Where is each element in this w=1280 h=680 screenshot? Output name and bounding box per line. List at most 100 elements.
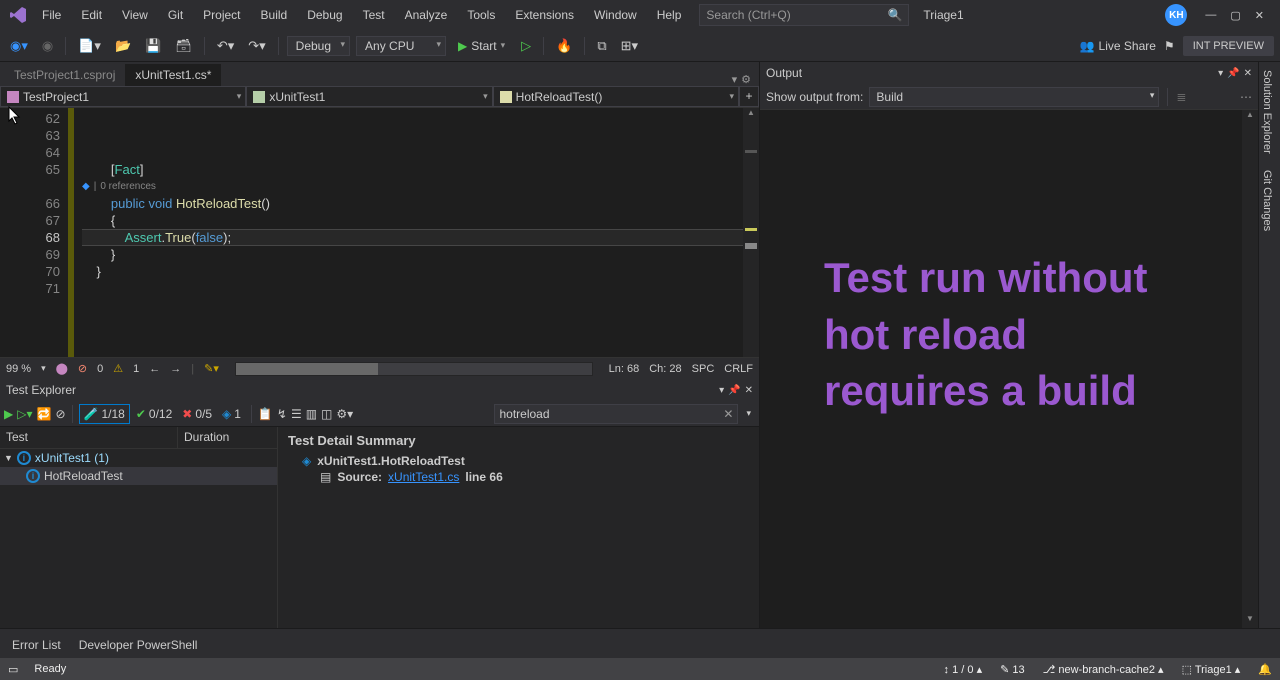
- editor-scrollbar[interactable]: ▲: [743, 108, 759, 357]
- te-dropdown-icon[interactable]: ▾: [719, 385, 724, 396]
- count-fail[interactable]: ✖0/5: [178, 405, 216, 423]
- menu-edit[interactable]: Edit: [73, 4, 110, 26]
- test-search-input[interactable]: hotreload ✕: [494, 404, 738, 424]
- save-all-icon[interactable]: 🗃: [171, 36, 196, 56]
- platform-dropdown[interactable]: Any CPU: [356, 36, 446, 56]
- tab-settings-icon[interactable]: ⚙: [741, 73, 751, 86]
- feedback-icon[interactable]: ⚑: [1164, 39, 1175, 53]
- menu-view[interactable]: View: [114, 4, 156, 26]
- more-icon[interactable]: ⊞▾: [617, 36, 642, 56]
- test-leaf-row[interactable]: i HotReloadTest: [0, 467, 277, 485]
- liveshare-icon[interactable]: 👥 Live Share: [1080, 39, 1156, 53]
- new-item-icon[interactable]: 📄▾: [74, 36, 105, 56]
- menu-debug[interactable]: Debug: [299, 4, 350, 26]
- hot-reload-icon[interactable]: 🔥: [552, 36, 576, 56]
- browser-link-icon[interactable]: ⧉: [593, 36, 610, 56]
- minimize-button[interactable]: —: [1205, 9, 1216, 22]
- user-avatar[interactable]: KH: [1165, 4, 1187, 26]
- search-opts-icon[interactable]: ▾: [742, 408, 755, 419]
- error-count-icon[interactable]: ⊘: [78, 362, 87, 375]
- menu-project[interactable]: Project: [195, 4, 248, 26]
- run-icon[interactable]: ▷▾: [17, 407, 32, 421]
- nav-method[interactable]: HotReloadTest(): [493, 86, 739, 107]
- start-nodbg-icon[interactable]: ▷: [517, 36, 535, 56]
- columns-icon[interactable]: ▥: [306, 407, 317, 421]
- line-col[interactable]: Ln: 68: [609, 363, 640, 375]
- layout-icon[interactable]: ◫: [321, 407, 332, 421]
- nav-fwd-icon[interactable]: ◉: [38, 36, 57, 56]
- global-search-input[interactable]: Search (Ctrl+Q) 🔍: [699, 4, 909, 26]
- count-notrun[interactable]: ◈1: [218, 405, 245, 423]
- issues-icon[interactable]: ⬤: [56, 362, 68, 375]
- out-dropdown-icon[interactable]: ▾: [1218, 68, 1223, 79]
- close-button[interactable]: ✕: [1255, 9, 1264, 22]
- menu-extensions[interactable]: Extensions: [507, 4, 582, 26]
- output-body[interactable]: Test run without hot reload requires a b…: [760, 110, 1258, 628]
- nav-project[interactable]: TestProject1: [0, 86, 246, 107]
- output-scrollbar[interactable]: ▲▼: [1242, 110, 1258, 628]
- out-goto-icon[interactable]: ≣: [1176, 90, 1186, 104]
- indent-mode[interactable]: SPC: [692, 363, 715, 375]
- powershell-tab[interactable]: Developer PowerShell: [71, 634, 206, 658]
- tab-dropdown-icon[interactable]: ▾: [732, 73, 738, 86]
- test-group-row[interactable]: ▼ i xUnitTest1 (1): [0, 449, 277, 467]
- eol-mode[interactable]: CRLF: [724, 363, 753, 375]
- nav-class[interactable]: xUnitTest1: [246, 86, 492, 107]
- out-more-icon[interactable]: ⋯: [1240, 90, 1252, 104]
- warning-count-icon[interactable]: ⚠: [113, 362, 123, 375]
- menu-tools[interactable]: Tools: [459, 4, 503, 26]
- nav-back-icon[interactable]: ◉▾: [6, 36, 32, 56]
- nav-fwd-small-icon[interactable]: →: [170, 363, 181, 375]
- cancel-icon[interactable]: ⊘: [55, 407, 65, 421]
- source-link[interactable]: xUnitTest1.cs: [388, 470, 459, 484]
- notifications-icon[interactable]: 🔔: [1258, 663, 1272, 676]
- menu-git[interactable]: Git: [160, 4, 191, 26]
- maximize-button[interactable]: ▢: [1230, 9, 1240, 22]
- char-col[interactable]: Ch: 28: [649, 363, 681, 375]
- tab-csproj[interactable]: TestProject1.csproj: [4, 64, 125, 86]
- count-total[interactable]: 🧪1/18: [79, 404, 130, 424]
- menu-file[interactable]: File: [34, 4, 69, 26]
- menu-test[interactable]: Test: [355, 4, 393, 26]
- col-test[interactable]: Test: [0, 427, 178, 448]
- solution-explorer-tab[interactable]: Solution Explorer: [1259, 62, 1275, 162]
- repo-info[interactable]: ⬚ Triage1 ▴: [1182, 663, 1241, 676]
- code-body[interactable]: [Fact] ◆ | 0 references public void HotR…: [74, 108, 759, 357]
- code-editor[interactable]: 62 63 64 65 66 67 68 69 70 71 [Fact] ◆: [0, 108, 759, 357]
- column-info[interactable]: ✎ 13: [1000, 663, 1025, 676]
- start-button[interactable]: ▶ Start ▾: [452, 37, 511, 55]
- branch-info[interactable]: ⎇ new-branch-cache2 ▴: [1043, 663, 1164, 676]
- bulb-icon[interactable]: ◆: [82, 178, 90, 195]
- open-icon[interactable]: 📂: [111, 36, 135, 56]
- save-icon[interactable]: 💾: [141, 36, 165, 56]
- out-close-icon[interactable]: ✕: [1244, 68, 1252, 79]
- repeat-icon[interactable]: 🔁: [37, 407, 52, 421]
- filter-icon[interactable]: ↯: [277, 407, 287, 421]
- menu-help[interactable]: Help: [649, 4, 690, 26]
- nav-add-icon[interactable]: +: [739, 86, 759, 107]
- menu-build[interactable]: Build: [253, 4, 296, 26]
- clear-search-icon[interactable]: ✕: [723, 407, 733, 421]
- playlist-icon[interactable]: 📋: [258, 407, 273, 421]
- editor-h-scrollbar[interactable]: [235, 362, 593, 376]
- nav-back-small-icon[interactable]: ←: [149, 363, 160, 375]
- output-source-dropdown[interactable]: Build: [869, 87, 1159, 107]
- tab-xunit[interactable]: xUnitTest1.cs*: [125, 64, 221, 86]
- count-pass[interactable]: ✔0/12: [132, 405, 176, 423]
- out-pin-icon[interactable]: 📌: [1227, 68, 1239, 79]
- expand-icon[interactable]: ▼: [4, 453, 13, 463]
- menu-analyze[interactable]: Analyze: [397, 4, 456, 26]
- redo-icon[interactable]: ↷▾: [244, 36, 269, 56]
- run-all-icon[interactable]: ▶: [4, 407, 13, 421]
- undo-icon[interactable]: ↶▾: [213, 36, 238, 56]
- error-list-tab[interactable]: Error List: [4, 634, 69, 658]
- te-close-icon[interactable]: ✕: [745, 385, 753, 396]
- group-icon[interactable]: ☰: [291, 407, 302, 421]
- config-dropdown[interactable]: Debug: [287, 36, 350, 56]
- menu-window[interactable]: Window: [586, 4, 645, 26]
- git-changes-tab[interactable]: Git Changes: [1259, 162, 1275, 239]
- zoom-level[interactable]: 99 %: [6, 363, 31, 375]
- te-pin-icon[interactable]: 📌: [728, 385, 740, 396]
- col-duration[interactable]: Duration: [178, 427, 235, 448]
- pen-icon[interactable]: ✎▾: [204, 362, 219, 375]
